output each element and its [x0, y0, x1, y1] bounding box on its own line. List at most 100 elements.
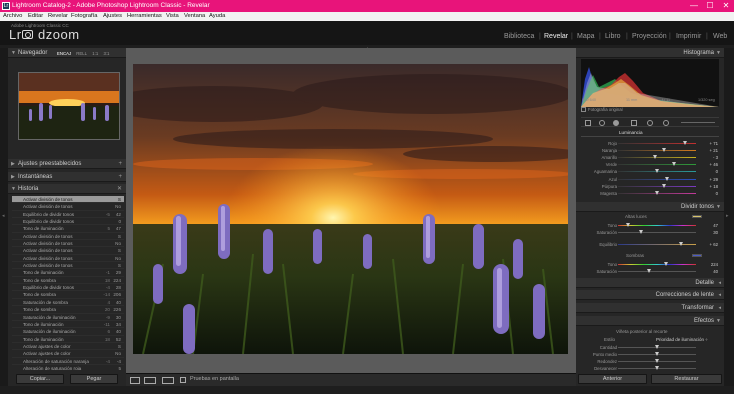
graduated-filter-icon[interactable] — [631, 120, 637, 126]
hsl-slider[interactable]: Naranja + 21 — [576, 147, 724, 154]
menu-archivo[interactable]: Archivo — [3, 12, 22, 21]
luminance-tab[interactable]: Luminancia — [619, 130, 643, 135]
presets-header[interactable]: ▶ Ajustes preestablecidos + — [8, 159, 126, 169]
history-row[interactable]: Alteración de saturación naranja -4 -4 — [12, 358, 124, 365]
navigator-preview[interactable] — [18, 72, 120, 140]
history-row[interactable]: Tono de iluminación -11 34 — [12, 321, 124, 329]
module-revelar[interactable]: Revelar — [544, 33, 568, 40]
shadows-saturation-slider-track[interactable] — [618, 271, 696, 272]
highlights-color-swatch[interactable] — [692, 215, 702, 218]
shadows-saturation-slider[interactable]: Saturación 40 — [576, 268, 724, 275]
hsl-slider-knob[interactable] — [662, 148, 667, 153]
copy-button[interactable]: Copiar... — [16, 374, 64, 384]
hsl-slider-value[interactable]: + 71 — [698, 140, 718, 147]
history-row[interactable]: Activar división de tonos S — [12, 196, 124, 204]
highlights-saturation-slider[interactable]: Saturación 30 — [576, 229, 724, 236]
module-libro[interactable]: Libro — [605, 33, 621, 40]
balance-slider[interactable]: Equilibrio + 62 — [576, 241, 724, 248]
hsl-slider[interactable]: Amarillo - 3 — [576, 154, 724, 161]
shadows-tone-slider-knob[interactable] — [663, 262, 668, 266]
hsl-slider[interactable]: Verde + 46 — [576, 161, 724, 168]
right-panel-toggle[interactable] — [724, 48, 734, 386]
image-canvas[interactable] — [126, 48, 576, 373]
zoom-1-1[interactable]: 1:1 — [92, 51, 98, 56]
menu-editar[interactable]: Editar — [28, 12, 43, 21]
adjustment-brush-icon[interactable] — [663, 120, 669, 126]
highlights-saturation-slider-track[interactable] — [618, 232, 696, 233]
zoom-fill[interactable]: RELL — [76, 51, 87, 56]
highlights-tone-slider[interactable]: Tono 47 — [576, 222, 724, 229]
close-icon[interactable]: ✕ — [718, 0, 734, 12]
hsl-slider-value[interactable]: + 29 — [698, 176, 718, 183]
before-after-split-icon[interactable] — [162, 377, 174, 384]
left-panel-toggle[interactable] — [0, 48, 8, 386]
menu-herramientas[interactable]: Herramientas — [127, 12, 162, 21]
hsl-slider-track[interactable] — [618, 185, 696, 187]
history-row[interactable]: Saturación de iluminación 6 40 — [12, 328, 124, 336]
highlights-tone-slider-track[interactable] — [618, 225, 696, 226]
previous-button[interactable]: Anterior — [578, 374, 647, 384]
clear-history-icon[interactable]: ✕ — [117, 184, 122, 194]
history-row[interactable]: Tono de sombra 20 226 — [12, 306, 124, 314]
highlights-saturation-slider-knob[interactable] — [638, 230, 643, 234]
history-row[interactable]: Alteración de saturación roja 5 — [12, 365, 124, 370]
transform-header[interactable]: Transformar ◂ — [576, 303, 724, 313]
menu-ajustes[interactable]: Ajustes — [103, 12, 122, 21]
reset-button[interactable]: Restaurar — [651, 374, 722, 384]
hsl-slider-knob[interactable] — [652, 155, 657, 160]
module-imprimir[interactable]: Imprimir — [676, 33, 701, 40]
history-row[interactable]: Activar ajustes de color No — [12, 350, 124, 358]
lens-corrections-header[interactable]: Correcciones de lente ◂ — [576, 290, 724, 300]
hsl-slider-track[interactable] — [618, 164, 696, 166]
vignette-slider-knob[interactable] — [654, 345, 659, 349]
history-row[interactable]: Activar división de tonos S — [12, 262, 124, 270]
history-row[interactable]: Saturación de iluminación -9 30 — [12, 314, 124, 321]
add-snapshot-icon[interactable]: + — [118, 172, 122, 182]
minimize-icon[interactable]: — — [686, 0, 702, 12]
hsl-slider-value[interactable]: + 46 — [698, 161, 718, 168]
module-biblioteca[interactable]: Biblioteca — [504, 33, 534, 40]
original-photo-checkbox[interactable] — [581, 107, 586, 112]
zoom-3-1[interactable]: 3:1 — [103, 51, 109, 56]
shadows-color-swatch[interactable] — [692, 254, 702, 257]
menu-revelar[interactable]: Revelar — [48, 12, 68, 21]
softproof-checkbox[interactable] — [180, 377, 186, 383]
history-row[interactable]: Tono de sombra -14 206 — [12, 291, 124, 299]
loupe-view-icon[interactable] — [130, 377, 140, 384]
history-row[interactable]: Activar división de tonos No — [12, 255, 124, 263]
hsl-slider[interactable]: Aguamarina 0 — [576, 168, 724, 175]
highlights-saturation-slider-value[interactable]: 30 — [698, 229, 718, 236]
shadows-saturation-slider-value[interactable]: 40 — [698, 268, 718, 275]
paste-button[interactable]: Pegar — [70, 374, 118, 384]
history-row[interactable]: Activar división de tonos S — [12, 247, 124, 255]
histogram-header[interactable]: Histograma ▼ — [576, 48, 724, 58]
history-row[interactable]: Tono de iluminación 18 52 — [12, 336, 124, 343]
menu-ayuda[interactable]: Ayuda — [209, 12, 225, 21]
hsl-slider-value[interactable]: - 3 — [698, 154, 718, 161]
history-row[interactable]: Activar ajustes de color S — [12, 343, 124, 351]
hsl-slider-knob[interactable] — [654, 190, 659, 195]
add-preset-icon[interactable]: + — [118, 159, 122, 169]
history-row[interactable]: Tono de iluminación 5 47 — [12, 225, 124, 233]
history-row[interactable]: Tono de iluminación -1 29 — [12, 269, 124, 277]
history-row[interactable]: Tono de sombra 18 224 — [12, 277, 124, 285]
spot-removal-icon[interactable] — [599, 120, 605, 126]
vignette-slider[interactable]: Punto medio — [576, 351, 724, 358]
shadows-tone-slider-track[interactable] — [618, 264, 696, 265]
effects-header[interactable]: Efectos ▼ — [576, 316, 724, 326]
menu-vista[interactable]: Vista — [166, 12, 179, 21]
vignette-slider-knob[interactable] — [654, 359, 659, 363]
hsl-slider-knob[interactable] — [661, 183, 666, 188]
crop-icon[interactable] — [585, 120, 591, 126]
vignette-style-dropdown[interactable]: Prioridad de iluminación ÷ — [656, 337, 708, 342]
hsl-slider-track[interactable] — [618, 157, 696, 159]
vignette-slider[interactable]: Redondez — [576, 358, 724, 365]
hsl-slider-value[interactable]: 0 — [698, 190, 718, 197]
hsl-slider-track[interactable] — [618, 178, 696, 180]
hsl-slider-knob[interactable] — [665, 176, 670, 181]
vignette-slider[interactable]: Cantidad — [576, 344, 724, 351]
balance-slider-knob[interactable] — [678, 242, 683, 246]
module-web[interactable]: Web — [713, 33, 727, 40]
history-row[interactable]: Equilibrio de dividir tonos -4 28 — [12, 284, 124, 292]
history-row[interactable]: Activar división de tonos No — [12, 203, 124, 211]
